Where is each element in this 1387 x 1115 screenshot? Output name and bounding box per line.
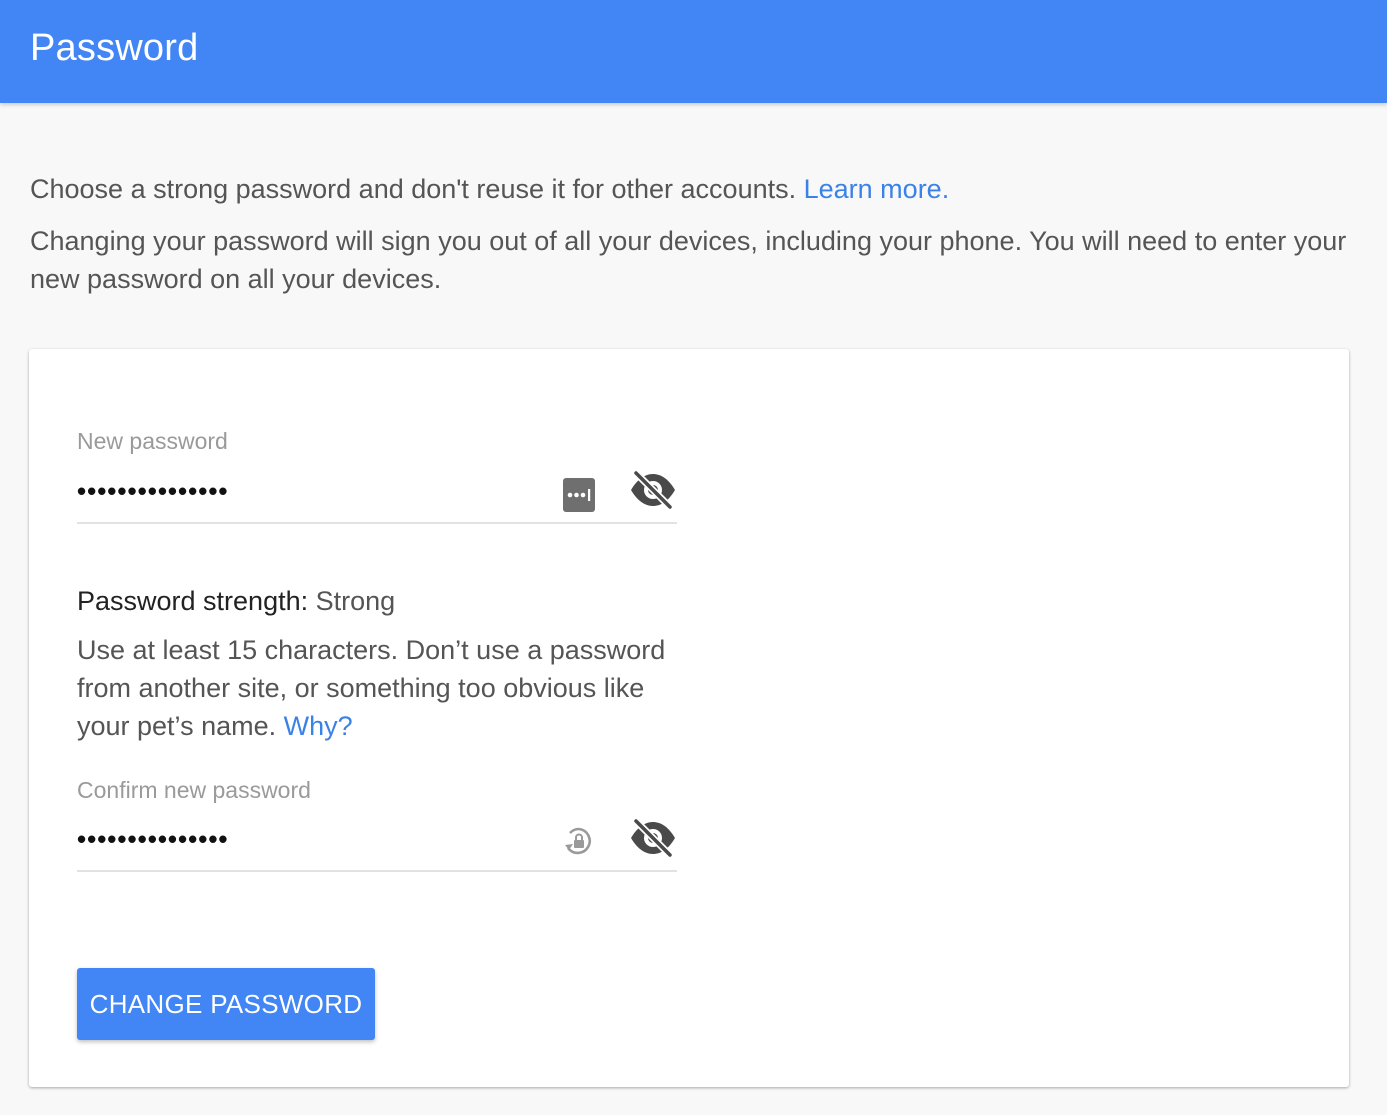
password-manager-icon[interactable] <box>563 476 595 517</box>
intro-line-1: Choose a strong password and don't reuse… <box>30 170 1350 208</box>
page-title: Password <box>30 27 199 69</box>
why-link[interactable]: Why? <box>284 711 353 741</box>
password-strength: Password strength: Strong <box>77 583 395 619</box>
password-hint: Use at least 15 characters. Don’t use a … <box>77 631 677 745</box>
app-header: Password <box>0 0 1387 103</box>
change-password-button[interactable]: CHANGE PASSWORD <box>77 968 375 1040</box>
intro-text: Choose a strong password and don't reuse… <box>30 170 1350 298</box>
visibility-off-icon[interactable] <box>629 818 677 863</box>
confirm-password-field[interactable]: ••••••••••••••• <box>77 810 677 872</box>
password-hint-text: Use at least 15 characters. Don’t use a … <box>77 635 666 741</box>
intro-line-2: Changing your password will sign you out… <box>30 226 1347 294</box>
confirm-password-input[interactable]: ••••••••••••••• <box>77 824 229 854</box>
intro-line-1-text: Choose a strong password and don't reuse… <box>30 174 797 204</box>
confirm-password-label: Confirm new password <box>77 777 311 803</box>
password-form-card: New password ••••••••••••••• Password st… <box>29 349 1349 1087</box>
lock-sync-icon[interactable] <box>564 826 594 863</box>
new-password-label: New password <box>77 428 228 454</box>
learn-more-link[interactable]: Learn more. <box>804 174 950 204</box>
new-password-input[interactable]: ••••••••••••••• <box>77 476 229 506</box>
password-strength-value: Strong <box>315 586 396 616</box>
new-password-field[interactable]: ••••••••••••••• <box>77 462 677 524</box>
visibility-off-icon[interactable] <box>629 470 677 515</box>
password-strength-label: Password strength: <box>77 586 309 616</box>
